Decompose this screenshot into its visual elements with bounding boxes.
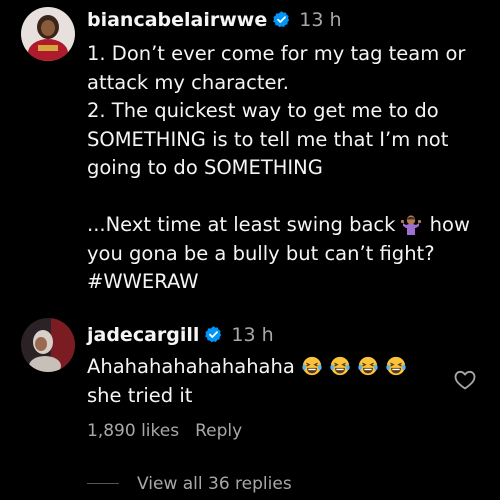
comment-line: she tried it (87, 383, 193, 407)
avatar[interactable] (21, 318, 75, 372)
comment-line: 1. Don’t ever come for my tag team or (87, 42, 466, 65)
reply-button[interactable]: Reply (195, 421, 242, 441)
comment-text: Ahahahahahahahaha she tried it (87, 353, 407, 410)
laughing-crying-emoji-icon (302, 356, 322, 376)
comment-line: SOMETHING is to tell me that I’m not (87, 127, 449, 151)
comment-line-text: ...Next time at least swing back (87, 213, 396, 236)
comment-meta: 1,890 likes Reply (87, 421, 242, 441)
timestamp: 13 h (231, 324, 274, 346)
comment-line: attack my character. (87, 70, 289, 94)
comment-text: 1. Don’t ever come for my tag team or at… (87, 40, 487, 297)
avatar-image (21, 7, 75, 61)
comment-line-text: how (429, 213, 470, 236)
comment-line: Ahahahahahahahaha (87, 353, 407, 382)
comment-line: 2. The quickest way to get me to do (87, 99, 439, 122)
verified-badge-icon (205, 326, 222, 343)
comment-header: biancabelairwwe 13 h (87, 9, 342, 31)
view-replies-button[interactable]: View all 36 replies (87, 474, 292, 494)
avatar[interactable] (21, 7, 75, 61)
comment-line-text: Ahahahahahahahaha (87, 355, 295, 378)
comment-line: going to do SOMETHING (87, 156, 323, 179)
view-replies-label: View all 36 replies (137, 474, 292, 494)
comment-line: ...Next time at least swing back how (87, 211, 487, 240)
like-heart-icon[interactable] (453, 368, 477, 392)
timestamp: 13 h (299, 9, 342, 31)
replies-divider (87, 483, 119, 484)
username[interactable]: jadecargill (87, 324, 199, 346)
avatar-image (21, 318, 75, 372)
likes-count[interactable]: 1,890 likes (87, 421, 179, 441)
comment-line: you gona be a bully but can’t fight? (87, 241, 435, 265)
username[interactable]: biancabelairwwe (87, 9, 267, 31)
laughing-crying-emoji-icon (330, 356, 350, 376)
laughing-crying-emoji-icon (386, 356, 406, 376)
comment-header: jadecargill 13 h (87, 324, 274, 346)
laughing-crying-emoji-icon (358, 356, 378, 376)
hashtag-link[interactable]: #WWERAW (87, 268, 487, 297)
person-shrugging-emoji-icon (401, 215, 422, 235)
verified-badge-icon (273, 11, 290, 28)
